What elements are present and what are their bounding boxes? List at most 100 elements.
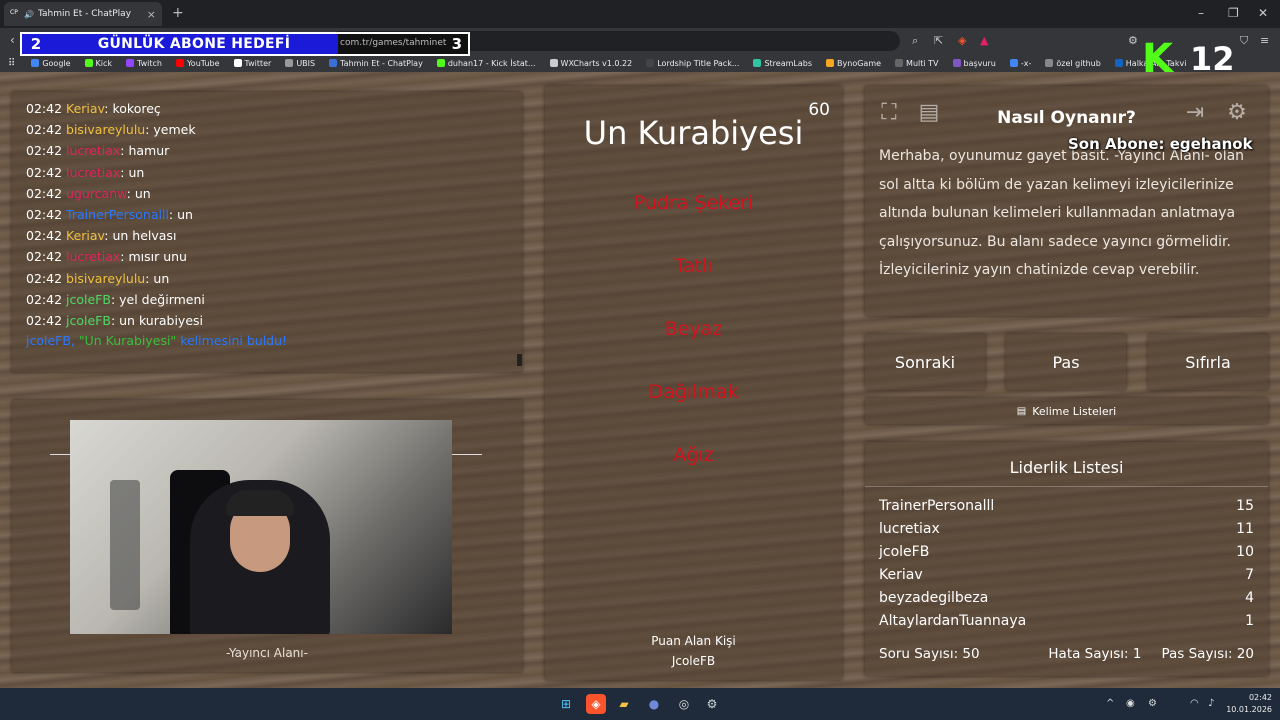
tray-app-icon[interactable]: ◉: [1126, 698, 1135, 709]
leaderboard-row: TrainerPersonalll 15: [879, 498, 1254, 514]
brave-browser-icon[interactable]: ◈: [586, 694, 606, 714]
chat-username[interactable]: lucretiax: [66, 249, 120, 264]
steam-icon[interactable]: ⚙: [702, 694, 722, 714]
vpn-icon[interactable]: ⛉: [1240, 34, 1248, 48]
system-clock[interactable]: 02:42 10.01.2026: [1226, 692, 1272, 716]
word-lists-button[interactable]: ▤ Kelime Listeleri: [865, 398, 1268, 424]
chat-username[interactable]: Keriav: [66, 228, 104, 243]
windows-start-icon[interactable]: ⊞: [556, 694, 576, 714]
chat-message: 02:42 ugurcanw: un: [26, 183, 508, 204]
bookmark-icon: [1045, 59, 1054, 67]
volume-icon[interactable]: ♪: [1208, 698, 1214, 709]
bookmark-item[interactable]: Google: [31, 59, 71, 68]
game-stats: Soru Sayısı: 50 Hata Sayısı: 1 Pas Sayıs…: [879, 646, 1254, 662]
browser-tab-bar: CP 🔊 Tahmin Et - ChatPlay × + – ❐ ✕: [0, 0, 1280, 28]
leaderboard-row: beyzadegilbeza 4: [879, 590, 1254, 606]
back-icon[interactable]: ‹: [10, 33, 15, 47]
menu-icon[interactable]: ≡: [1260, 34, 1269, 47]
clock-time: 02:42: [1248, 693, 1272, 702]
obs-icon[interactable]: ◎: [674, 694, 694, 714]
leaderboard-score: 15: [1236, 498, 1254, 514]
clock-date: 10.01.2026: [1226, 705, 1272, 714]
bookmark-label: StreamLabs: [764, 58, 813, 68]
chat-message: 02:42 Keriav: kokoreç: [26, 98, 508, 119]
chat-username[interactable]: lucretiax: [66, 165, 120, 180]
browser-tab[interactable]: CP 🔊 Tahmin Et - ChatPlay ×: [4, 2, 162, 26]
new-tab-icon[interactable]: +: [172, 5, 184, 21]
bookmark-item[interactable]: Lordship Title Pack...: [646, 59, 739, 68]
last-subscriber: Son Abone: egehanok: [1068, 135, 1253, 153]
rewards-icon[interactable]: ▲: [980, 34, 988, 47]
apps-grid-icon[interactable]: ⠿: [8, 58, 15, 69]
brave-shield-icon[interactable]: ◈: [958, 34, 966, 47]
close-window-icon[interactable]: ✕: [1258, 6, 1268, 20]
bookmark-item[interactable]: UBIS: [285, 59, 315, 68]
settings-icon[interactable]: ⚙: [1221, 100, 1253, 128]
bookmark-item[interactable]: Tahmin Et - ChatPlay: [329, 59, 423, 68]
bookmark-icon: [233, 59, 242, 67]
webcam-background: [110, 480, 140, 610]
tray-steam-icon[interactable]: ⚙: [1148, 698, 1157, 709]
reset-button[interactable]: Sıfırla: [1148, 334, 1268, 390]
extensions-icon[interactable]: ⚙: [1128, 34, 1138, 47]
next-button[interactable]: Sonraki: [865, 334, 985, 390]
bookmark-item[interactable]: Twitter: [233, 59, 271, 68]
chat-message: 02:42 lucretiax: mısır unu: [26, 246, 508, 267]
bookmark-item[interactable]: özel github: [1045, 59, 1101, 68]
bookmark-item[interactable]: duhan17 - Kick İstat...: [436, 59, 536, 68]
bookmark-item[interactable]: Twitch: [126, 59, 162, 68]
zoom-icon[interactable]: ⌕: [912, 34, 918, 48]
bookmark-icon: [329, 59, 338, 67]
share-icon[interactable]: ⇱: [934, 34, 943, 47]
bookmark-icon: [436, 59, 445, 67]
chat-username[interactable]: Keriav: [66, 101, 104, 116]
wifi-icon[interactable]: ◠: [1190, 698, 1199, 709]
chat-text: : un: [126, 185, 151, 201]
divider: [865, 486, 1268, 487]
winner-name: JcoleFB: [671, 654, 716, 668]
bookmark-item[interactable]: Multi TV: [895, 59, 939, 68]
exit-icon[interactable]: ⇥: [1179, 100, 1211, 128]
subscriber-goal-bar: 2 GÜNLÜK ABONE HEDEFİ com.tr/games/tahmi…: [20, 32, 470, 56]
bookmark-item[interactable]: BynoGame: [826, 59, 881, 68]
file-explorer-icon[interactable]: ▰: [614, 694, 634, 714]
pass-button[interactable]: Pas: [1006, 334, 1126, 390]
bookmark-item[interactable]: YouTube: [175, 59, 220, 68]
minimize-icon[interactable]: –: [1198, 6, 1204, 20]
bookmark-icon: [895, 59, 904, 67]
chat-username[interactable]: bisivareylulu: [66, 122, 145, 137]
bookmark-item[interactable]: StreamLabs: [753, 59, 812, 68]
bookmark-icon: [1114, 59, 1123, 67]
bookmark-item[interactable]: başvuru: [952, 59, 996, 68]
bookmark-icon: [826, 59, 835, 67]
chat-username[interactable]: lucretiax: [66, 143, 120, 158]
chat-time: 02:42: [26, 164, 63, 180]
chat-time: 02:42: [26, 249, 63, 265]
discord-icon[interactable]: ●: [644, 694, 664, 714]
leaderboard-row: jcoleFB 10: [879, 544, 1254, 560]
divider: [50, 454, 70, 455]
tray-chevron-icon[interactable]: ^: [1106, 698, 1114, 709]
chat-found-message: jcoleFB, "Un Kurabiyesi" kelimesini buld…: [26, 331, 508, 351]
maximize-icon[interactable]: ❐: [1228, 6, 1239, 20]
chat-username[interactable]: bisivareylulu: [66, 271, 145, 286]
chat-time: 02:42: [26, 291, 63, 307]
leaderboard-name: jcoleFB: [879, 544, 930, 560]
streamer-area: -Yayıncı Alanı-: [12, 400, 522, 672]
streamer-area-label: -Yayıncı Alanı-: [226, 646, 308, 660]
chat-time: 02:42: [26, 228, 63, 244]
bookmark-label: UBIS: [296, 58, 316, 68]
found-suffix: kelimesini buldu!: [180, 333, 288, 349]
chat-username[interactable]: jcoleFB: [66, 292, 111, 307]
bookmark-item[interactable]: Kick: [84, 59, 112, 68]
tab-close-icon[interactable]: ×: [147, 8, 156, 21]
chat-username[interactable]: ugurcanw: [66, 186, 127, 201]
chat-scrollbar[interactable]: [517, 354, 522, 366]
bookmark-item[interactable]: WXCharts v1.0.22: [549, 59, 632, 68]
chat-username[interactable]: TrainerPersonalll: [66, 207, 169, 222]
chat-username[interactable]: jcoleFB: [66, 313, 111, 328]
leaderboard-row: AltaylardanTuannaya 1: [879, 613, 1254, 629]
chat-time: 02:42: [26, 207, 63, 223]
leaderboard-row: Keriav 7: [879, 567, 1254, 583]
bookmark-item[interactable]: -x-: [1009, 59, 1031, 68]
